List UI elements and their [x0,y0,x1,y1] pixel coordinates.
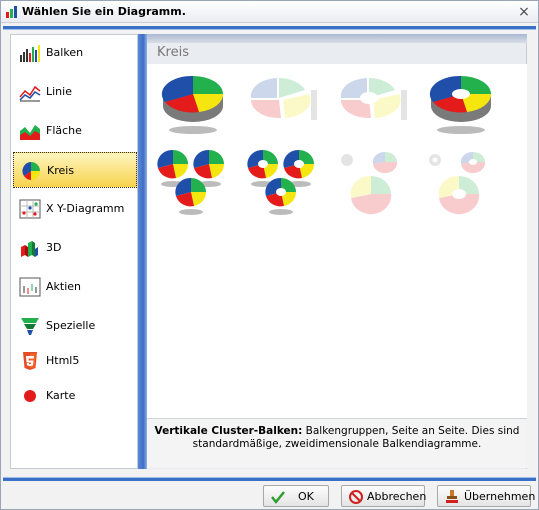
cancel-icon [349,490,363,504]
cancel-label: Abbrechen [367,490,427,503]
bottom-divider [3,477,536,481]
sidebar-item-label: Linie [46,85,72,98]
chart-category-list: Balken Linie Fläche Kreis X Y-Diagramm 3… [10,34,138,469]
chart-app-icon [6,6,17,18]
map-dot-icon [24,390,36,402]
chart-picker-dialog: Wählen Sie ein Diagramm. × Balken Linie [0,0,539,510]
donut-exploded-icon [340,78,407,120]
chart-description: Vertikale Cluster-Balken: Balkengruppen,… [147,418,527,468]
pie-3d-icon [161,75,224,134]
multi-donut-exploded-icon [429,151,486,215]
thumb-multi-pie-exploded[interactable] [335,148,413,215]
cancel-button[interactable]: Abbrechen [341,485,427,507]
chart-thumbnail-grid [147,64,527,436]
sidebar-item-karte[interactable]: Karte [13,378,137,414]
panel-header-stripe [147,34,527,43]
dialog-title: Wählen Sie ein Diagramm. [22,5,186,18]
close-button[interactable]: × [516,4,532,20]
area-chart-icon [20,125,40,140]
thumb-multi-donut-exploded[interactable] [423,148,501,215]
sidebar-item-linie[interactable]: Linie [13,74,137,110]
stamp-icon [446,490,458,503]
description-title: Vertikale Cluster-Balken: [154,425,303,437]
multi-donut-icon [247,149,315,215]
sidebar-item-label: Aktien [46,280,82,293]
thumb-multi-donut[interactable] [245,148,323,215]
apply-button[interactable]: Übernehmen [437,485,535,507]
sidebar-item-label: Karte [46,389,76,402]
multi-pie-icon [157,149,225,215]
pie-chart-icon [22,162,40,180]
funnel-icon [21,318,39,335]
sidebar-item-label: Kreis [47,164,75,177]
pie-exploded-icon [250,78,317,120]
donut-3d-icon [429,75,492,134]
sidebar-item-aktien[interactable]: Aktien [13,269,137,305]
sidebar-item-label: Spezielle [46,319,96,332]
sidebar-item-flaeche[interactable]: Fläche [13,113,137,149]
splitter[interactable] [138,34,147,469]
thumb-donut-exploded[interactable] [335,70,413,136]
bar-chart-icon [20,45,40,62]
html5-icon [23,352,37,370]
sidebar-item-label: X Y-Diagramm [46,202,125,215]
ok-button[interactable]: OK [263,485,329,507]
sidebar-item-kreis[interactable]: Kreis [13,152,137,188]
sidebar-item-3d[interactable]: 3D [13,230,137,266]
sidebar-item-label: Fläche [46,124,82,137]
thumb-multi-pie[interactable] [155,148,233,215]
stock-chart-icon [19,277,41,297]
sidebar-item-label: 3D [46,241,62,254]
sidebar-item-html5[interactable]: Html5 [13,343,137,379]
sidebar-item-xy-diagramm[interactable]: X Y-Diagramm [13,191,137,227]
sidebar-item-label: Html5 [46,354,80,367]
chart-gallery-panel: Kreis Vertikale Cluster-Balken: Balkengr… [147,34,527,469]
apply-label: Übernehmen [464,490,536,503]
line-chart-icon [19,85,41,102]
gallery-title: Kreis [157,45,189,60]
thumb-pie-3d[interactable] [155,70,233,136]
top-divider [3,26,536,30]
checkmark-icon [271,491,285,504]
sidebar-item-label: Balken [46,46,84,59]
xy-chart-icon [19,199,41,219]
sidebar-item-balken[interactable]: Balken [13,35,137,71]
title-bar: Wählen Sie ein Diagramm. × [1,1,538,23]
sidebar-item-spezielle[interactable]: Spezielle [13,308,137,344]
thumb-donut-3d[interactable] [423,70,501,136]
multi-pie-exploded-icon [341,151,398,215]
thumb-pie-exploded[interactable] [245,70,323,136]
3d-chart-icon [21,241,38,257]
ok-label: OK [298,490,314,503]
